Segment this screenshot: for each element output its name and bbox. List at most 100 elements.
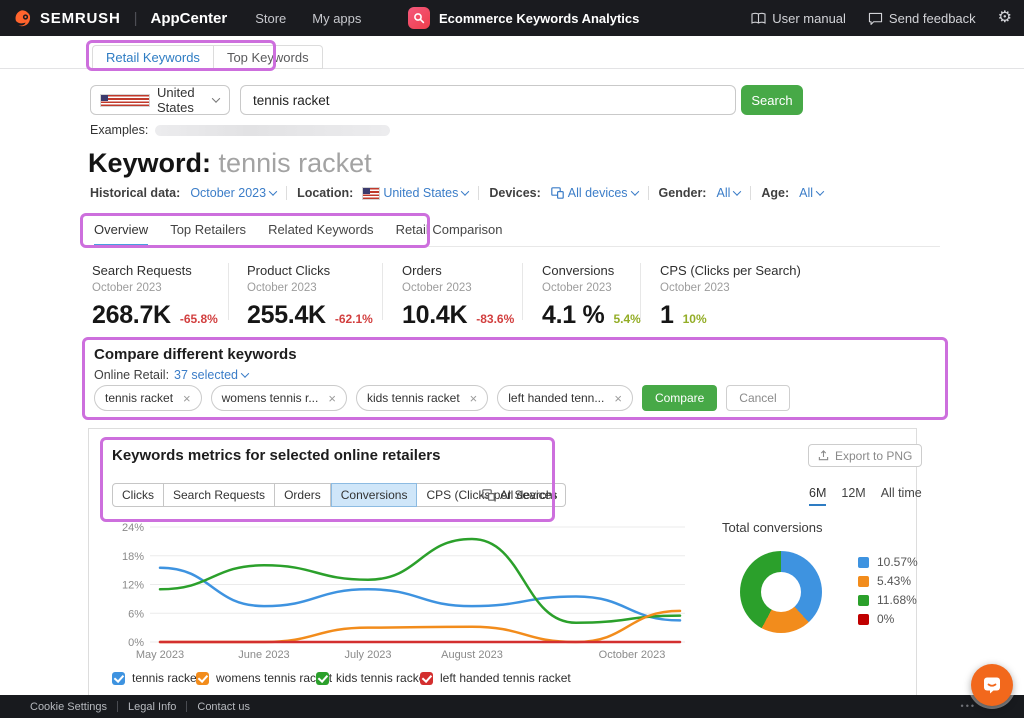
toggle-conversions[interactable]: Conversions xyxy=(331,483,418,507)
chevron-down-icon xyxy=(630,187,638,195)
tab-overview[interactable]: Overview xyxy=(94,222,148,247)
top-nav: SEMRUSH | AppCenter Store My apps Ecomme… xyxy=(0,0,1024,36)
metric-search-requests: Search Requests October 2023 268.7K-65.8… xyxy=(92,263,218,330)
search-button[interactable]: Search xyxy=(741,85,803,115)
donut-legend-item: 5.43% xyxy=(858,574,918,588)
toggle-search-requests[interactable]: Search Requests xyxy=(164,483,275,507)
delta-badge: -65.8% xyxy=(180,312,218,326)
svg-text:18%: 18% xyxy=(122,551,144,563)
tab-top-keywords[interactable]: Top Keywords xyxy=(214,45,323,69)
location-dropdown[interactable]: United States xyxy=(363,186,468,200)
series-toggle[interactable]: left handed tennis racket xyxy=(420,671,571,685)
keyword-chip[interactable]: womens tennis r...× xyxy=(211,385,347,411)
svg-text:August 2023: August 2023 xyxy=(441,649,503,661)
range-all-time[interactable]: All time xyxy=(881,486,922,506)
footer-cookie-settings[interactable]: Cookie Settings xyxy=(30,701,107,713)
gender-dropdown[interactable]: All xyxy=(716,186,740,200)
svg-text:May 2023: May 2023 xyxy=(136,649,184,661)
magnifier-icon xyxy=(413,12,425,24)
chat-icon xyxy=(982,676,1002,695)
series-toggle[interactable]: womens tennis racket xyxy=(196,671,332,685)
nav-my-apps[interactable]: My apps xyxy=(312,11,361,26)
devices-dropdown[interactable]: All devices xyxy=(551,186,638,200)
close-icon[interactable]: × xyxy=(614,391,622,406)
historical-data-dropdown[interactable]: October 2023 xyxy=(190,186,276,200)
donut-legend-item: 10.57% xyxy=(858,555,918,569)
footer: Cookie Settings Legal Info Contact us ••… xyxy=(0,695,1024,718)
checkbox-checked-icon[interactable] xyxy=(316,672,329,685)
us-flag-icon xyxy=(101,95,149,106)
cancel-button[interactable]: Cancel xyxy=(726,385,789,411)
svg-text:June 2023: June 2023 xyxy=(238,649,289,661)
chevron-down-icon xyxy=(733,187,741,195)
brand-name: SEMRUSH xyxy=(40,10,121,27)
keyword-chip[interactable]: tennis racket× xyxy=(94,385,202,411)
tab-top-retailers[interactable]: Top Retailers xyxy=(170,222,246,247)
app-root: SEMRUSH | AppCenter Store My apps Ecomme… xyxy=(0,0,1024,718)
country-select[interactable]: United States xyxy=(90,85,230,115)
chevron-down-icon xyxy=(816,187,824,195)
svg-text:24%: 24% xyxy=(122,522,144,534)
donut-title: Total conversions xyxy=(722,520,822,535)
card-title: Keywords metrics for selected online ret… xyxy=(112,447,440,464)
gear-icon[interactable]: ⚙ xyxy=(998,10,1012,26)
close-icon[interactable]: × xyxy=(470,391,478,406)
all-devices-filter[interactable]: All devices xyxy=(482,488,557,502)
keyword-search-input[interactable] xyxy=(240,85,736,115)
tab-related-keywords[interactable]: Related Keywords xyxy=(268,222,374,247)
delta-badge: -62.1% xyxy=(335,312,373,326)
send-feedback-button[interactable]: Send feedback xyxy=(868,11,976,26)
close-icon[interactable]: × xyxy=(183,391,191,406)
checkbox-checked-icon[interactable] xyxy=(420,672,433,685)
brand-product: AppCenter xyxy=(151,10,228,27)
footer-legal-info[interactable]: Legal Info xyxy=(128,701,176,713)
keyword-chip[interactable]: kids tennis racket× xyxy=(356,385,488,411)
checkbox-checked-icon[interactable] xyxy=(196,672,209,685)
checkbox-checked-icon[interactable] xyxy=(112,672,125,685)
close-icon[interactable]: × xyxy=(328,391,336,406)
compare-button[interactable]: Compare xyxy=(642,385,717,411)
svg-text:6%: 6% xyxy=(128,608,144,620)
svg-text:12%: 12% xyxy=(122,580,144,592)
svg-text:0%: 0% xyxy=(128,637,144,649)
delta-badge: 10% xyxy=(683,312,707,326)
range-12m[interactable]: 12M xyxy=(841,486,865,506)
semrush-logo[interactable]: SEMRUSH | AppCenter xyxy=(14,8,227,28)
donut-legend-item: 0% xyxy=(858,612,918,626)
examples-label: Examples: xyxy=(90,123,148,137)
donut-legend-item: 11.68% xyxy=(858,593,918,607)
tab-retail-keywords[interactable]: Retail Keywords xyxy=(92,45,214,69)
toggle-orders[interactable]: Orders xyxy=(275,483,331,507)
range-6m[interactable]: 6M xyxy=(809,486,826,506)
nav-store[interactable]: Store xyxy=(255,11,286,26)
age-dropdown[interactable]: All xyxy=(799,186,823,200)
examples-placeholder xyxy=(155,125,390,136)
export-png-button[interactable]: Export to PNG xyxy=(808,444,922,467)
user-manual-button[interactable]: User manual xyxy=(751,11,846,26)
chevron-down-icon xyxy=(212,94,220,102)
toggle-clicks[interactable]: Clicks xyxy=(112,483,164,507)
metric-product-clicks: Product Clicks October 2023 255.4K-62.1% xyxy=(247,263,373,330)
chat-widget-button[interactable] xyxy=(971,664,1013,706)
series-toggle[interactable]: kids tennis racket xyxy=(316,671,429,685)
legend-swatch xyxy=(858,595,869,606)
export-icon xyxy=(818,450,829,461)
svg-text:October 2023: October 2023 xyxy=(599,649,666,661)
keyword-chip[interactable]: left handed tenn...× xyxy=(497,385,633,411)
conversions-line-chart: 0% 6% 12% 18% 24% May 2023 June 2023 July 2023 A… xyxy=(100,518,695,664)
metric-cps: CPS (Clicks per Search) October 2023 110… xyxy=(660,263,801,330)
delta-badge: 5.4% xyxy=(613,312,640,326)
footer-contact-us[interactable]: Contact us xyxy=(197,701,250,713)
series-toggle[interactable]: tennis racket xyxy=(112,671,200,685)
metric-orders: Orders October 2023 10.4K-83.6% xyxy=(402,263,514,330)
devices-icon xyxy=(551,187,564,199)
metric-conversions: Conversions October 2023 4.1 %5.4% xyxy=(542,263,641,330)
devices-icon xyxy=(482,489,495,501)
tab-retail-comparison[interactable]: Retail Comparison xyxy=(396,222,503,247)
semrush-flame-icon xyxy=(14,8,34,28)
scope-label: Online Retail: xyxy=(94,368,169,382)
chevron-down-icon xyxy=(461,187,469,195)
donut-legend: 10.57% 5.43% 11.68% 0% xyxy=(858,555,918,626)
retailers-selected-dropdown[interactable]: 37 selected xyxy=(174,368,248,382)
svg-text:July 2023: July 2023 xyxy=(344,649,391,661)
